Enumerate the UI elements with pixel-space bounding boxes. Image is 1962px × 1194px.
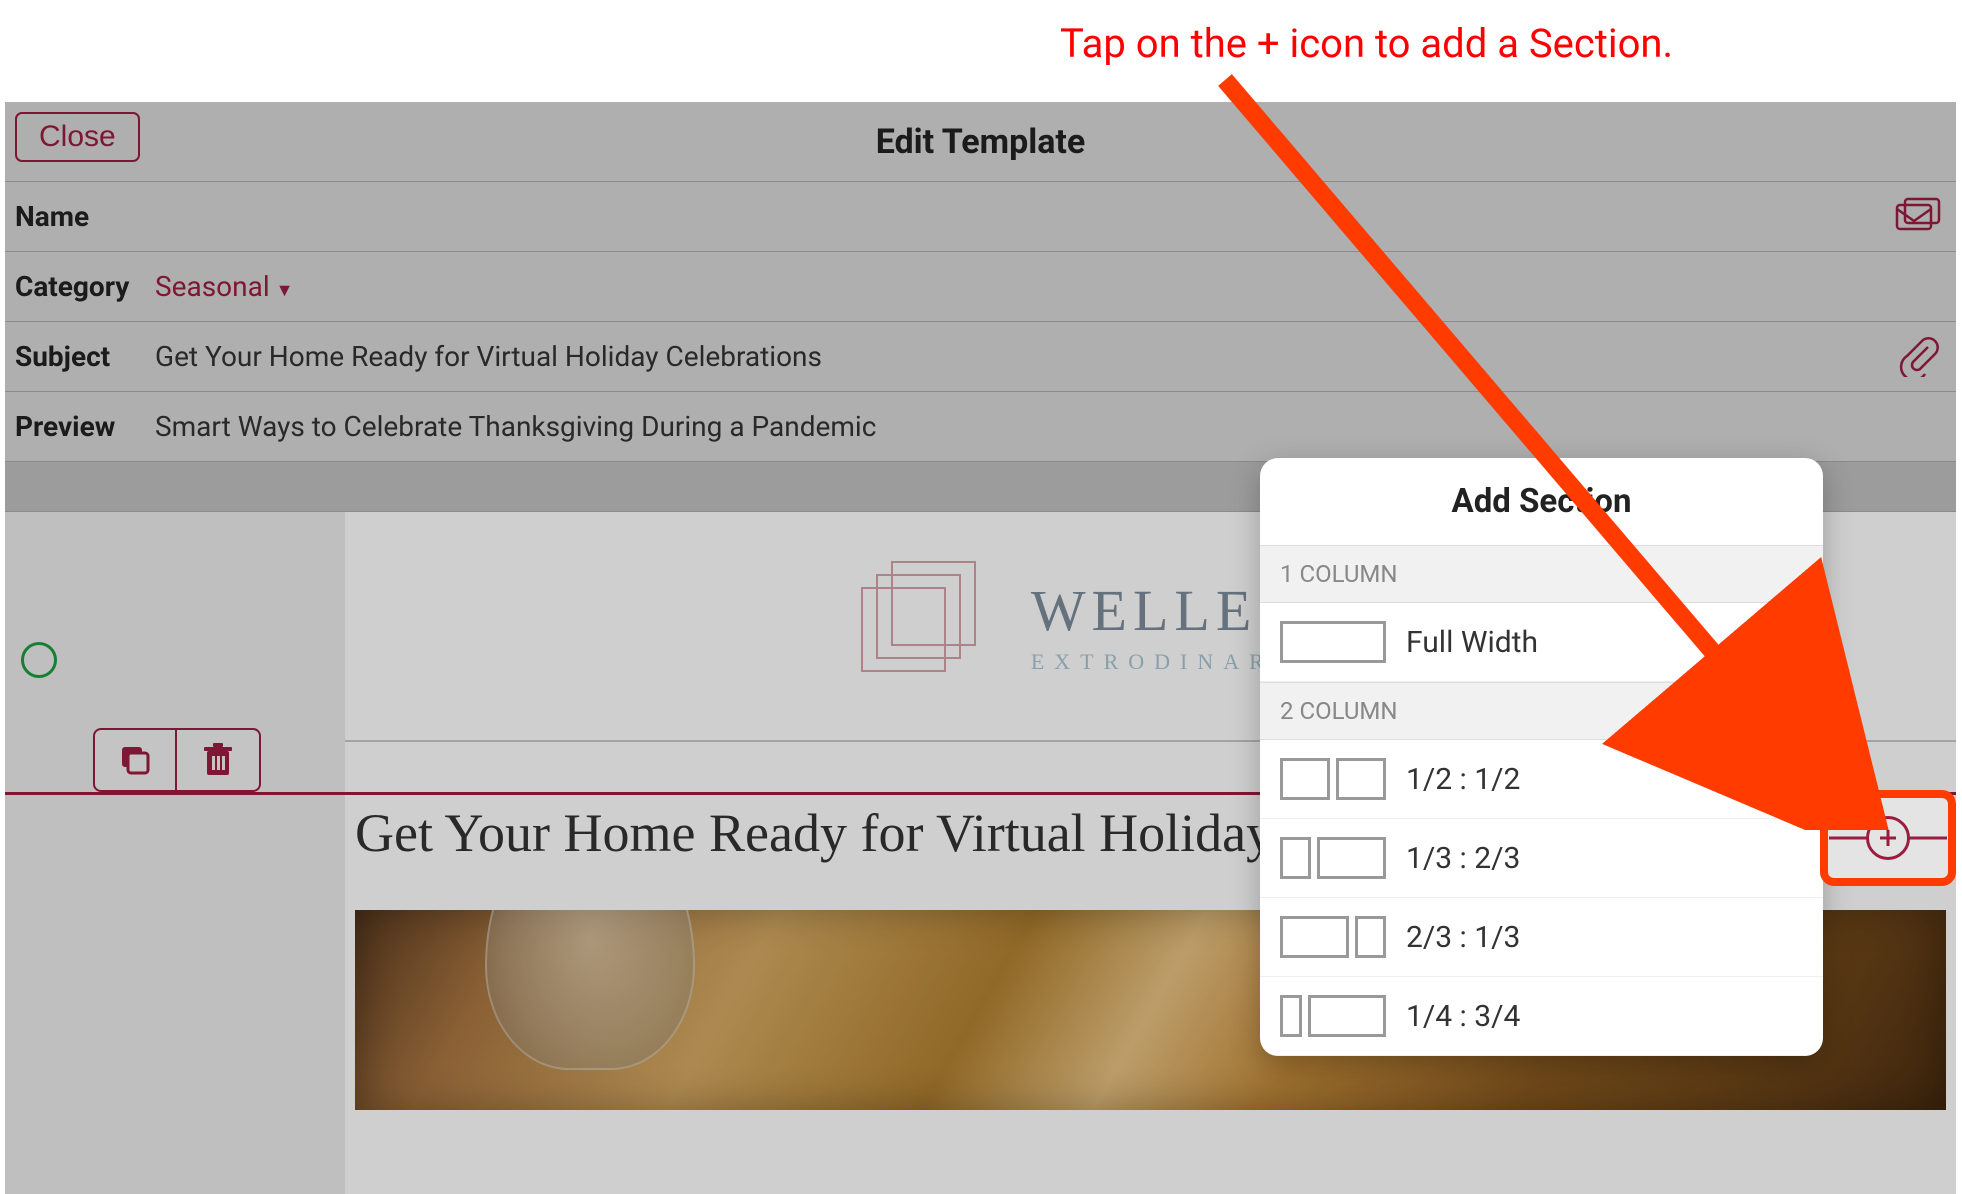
- label-preview: Preview: [15, 410, 155, 443]
- row-category[interactable]: Category Seasonal▼: [5, 252, 1956, 322]
- value-category[interactable]: Seasonal▼: [155, 270, 293, 303]
- layout-preview-icon: [1280, 995, 1386, 1037]
- delete-button[interactable]: [177, 730, 259, 790]
- add-section-button[interactable]: [1866, 816, 1910, 860]
- annotation-callout: Tap on the + icon to add a Section.: [1060, 20, 1673, 67]
- row-subject[interactable]: Subject Get Your Home Ready for Virtual …: [5, 322, 1956, 392]
- mail-icon[interactable]: [1894, 195, 1942, 239]
- topbar: Close Edit Template: [5, 102, 1956, 182]
- chevron-down-icon: ▼: [276, 280, 294, 301]
- label-name: Name: [15, 200, 155, 233]
- label-subject: Subject: [15, 340, 155, 373]
- popover-title: Add Section: [1260, 458, 1823, 545]
- layout-preview-icon: [1280, 837, 1386, 879]
- label-category: Category: [15, 270, 155, 303]
- logo-mark: [861, 561, 1001, 691]
- layout-option[interactable]: 2/3 : 1/3: [1260, 898, 1823, 977]
- row-name[interactable]: Name: [5, 182, 1956, 252]
- row-preview[interactable]: Preview Smart Ways to Celebrate Thanksgi…: [5, 392, 1956, 462]
- layout-option[interactable]: 1/2 : 1/2: [1260, 740, 1823, 819]
- layout-preview-icon: [1280, 758, 1386, 800]
- value-preview: Smart Ways to Celebrate Thanksgiving Dur…: [155, 410, 876, 443]
- popover-group-header: 2 COLUMN: [1260, 682, 1823, 740]
- duplicate-button[interactable]: [95, 730, 177, 790]
- layout-option[interactable]: 1/3 : 2/3: [1260, 819, 1823, 898]
- layout-option-label: Full Width: [1406, 625, 1538, 660]
- layout-option[interactable]: 1/4 : 3/4: [1260, 977, 1823, 1056]
- layout-option-label: 1/4 : 3/4: [1406, 999, 1520, 1034]
- insert-handle[interactable]: [21, 642, 57, 678]
- add-section-highlight-box: [1820, 790, 1956, 886]
- paperclip-icon[interactable]: [1898, 333, 1942, 381]
- close-button[interactable]: Close: [15, 112, 140, 162]
- layout-option[interactable]: Full Width: [1260, 603, 1823, 682]
- popover-group-header: 1 COLUMN: [1260, 545, 1823, 603]
- layout-option-label: 2/3 : 1/3: [1406, 920, 1520, 955]
- layout-preview-icon: [1280, 621, 1386, 663]
- value-subject: Get Your Home Ready for Virtual Holiday …: [155, 340, 822, 373]
- add-section-popover: Add Section 1 COLUMN Full Width 2 COLUMN 1/…: [1260, 458, 1823, 1056]
- layout-preview-icon: [1280, 916, 1386, 958]
- page-title: Edit Template: [876, 122, 1086, 162]
- section-toolbar: [93, 728, 261, 792]
- layout-option-label: 1/2 : 1/2: [1406, 762, 1520, 797]
- layout-option-label: 1/3 : 2/3: [1406, 841, 1520, 876]
